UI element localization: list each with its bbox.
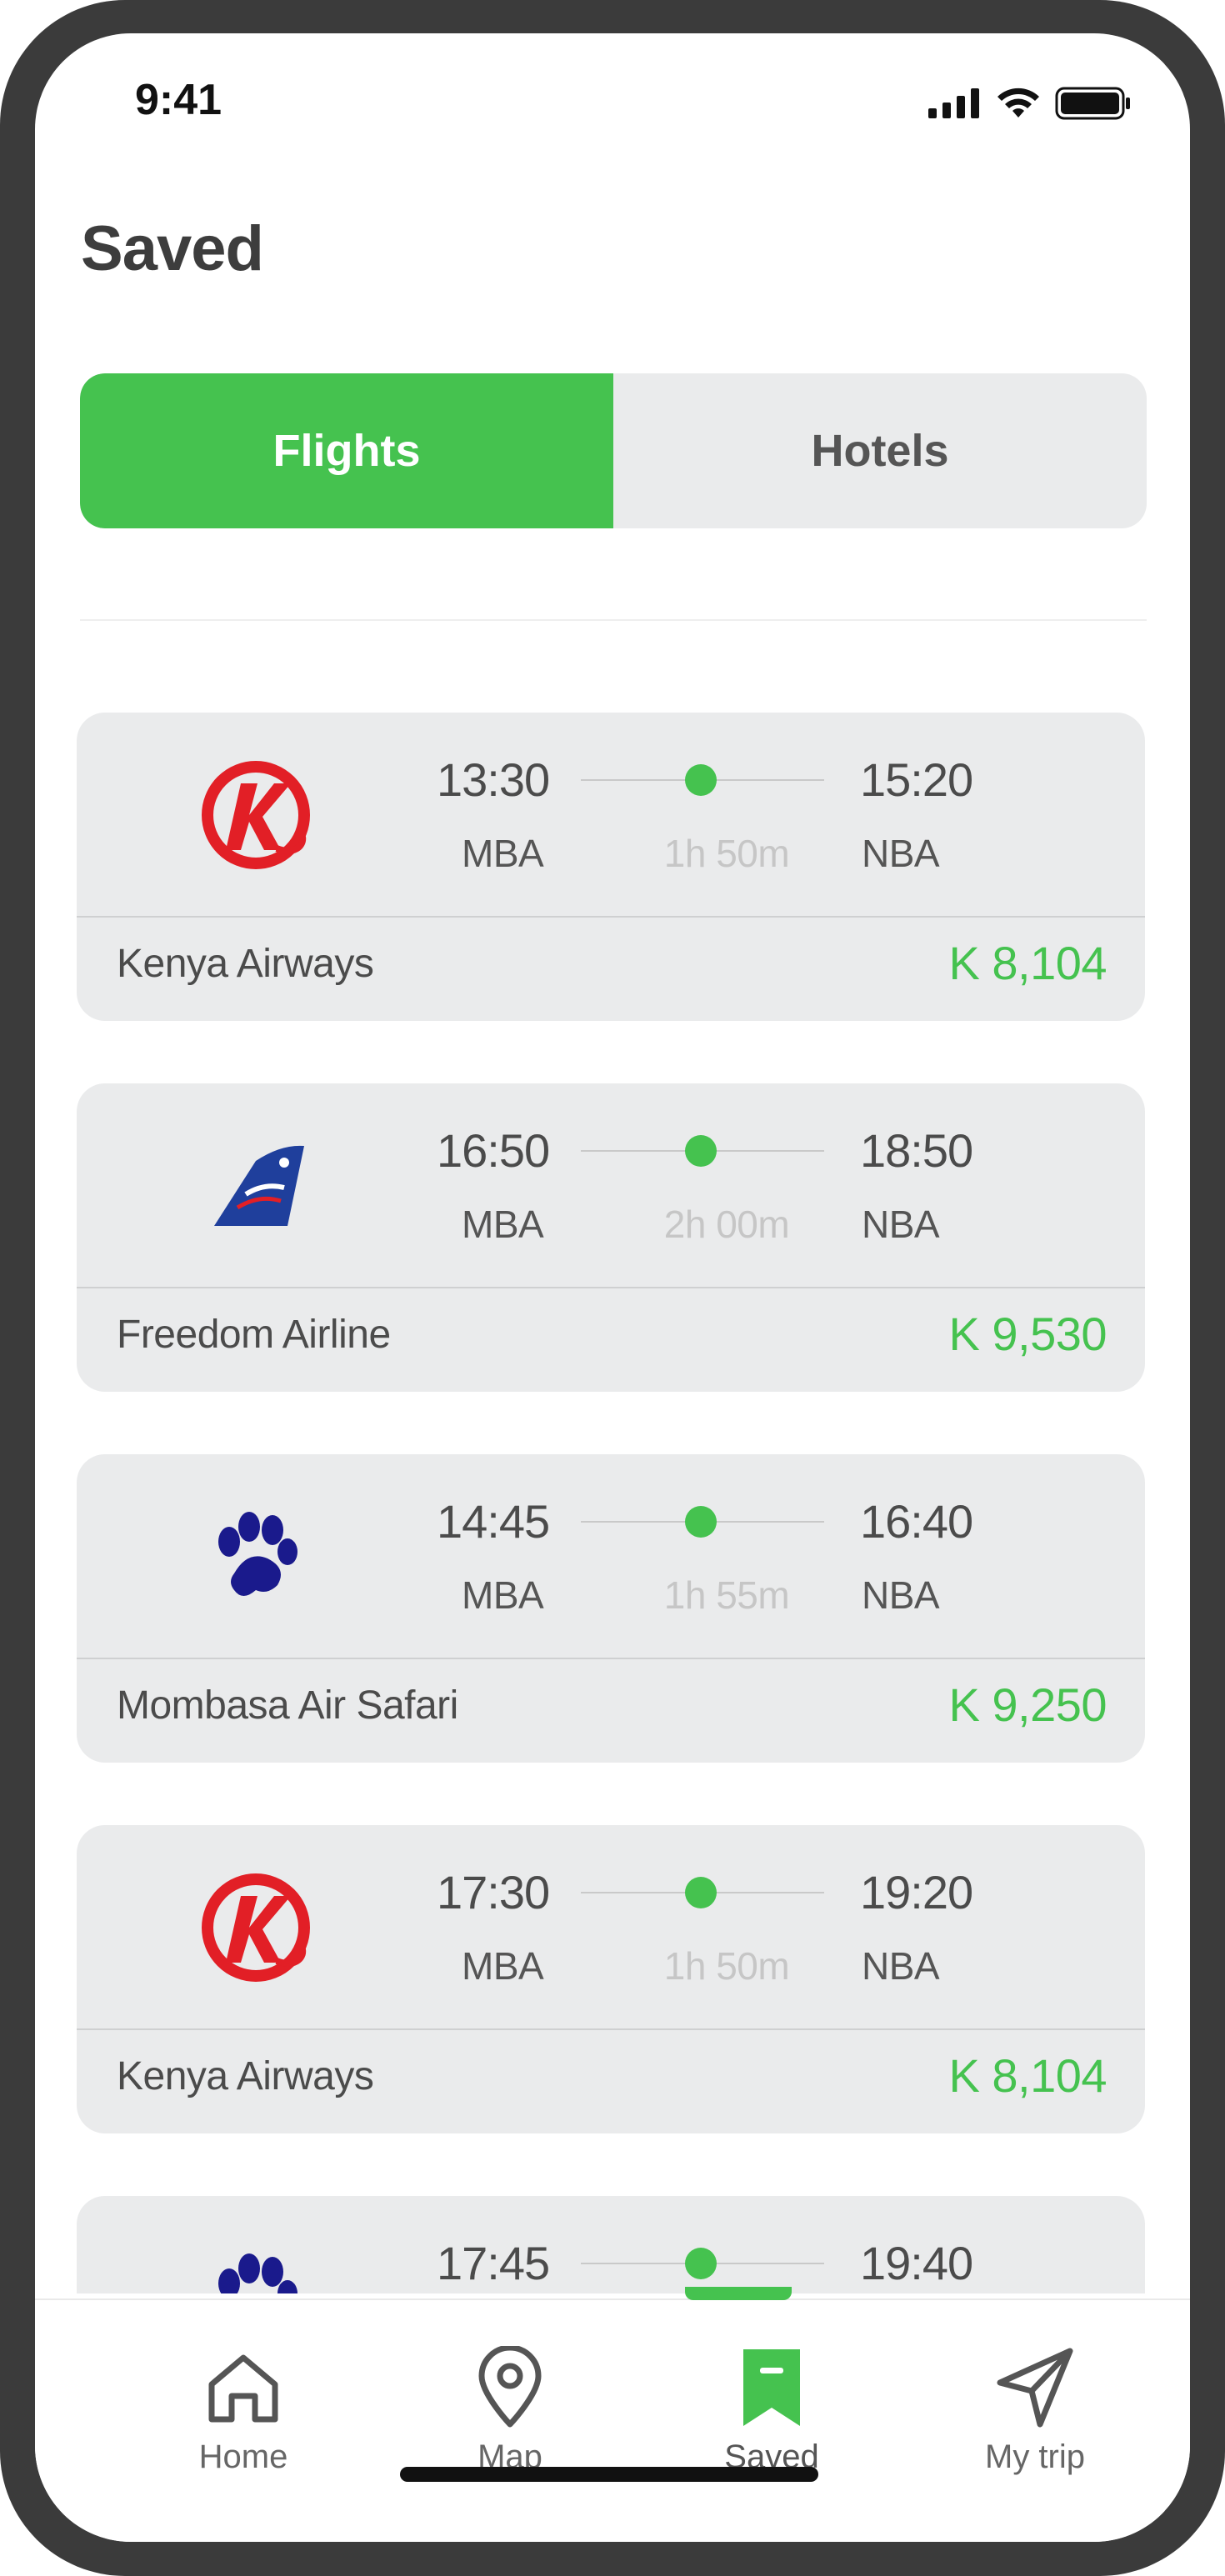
departure-code: MBA <box>462 1203 544 1246</box>
bottom-nav: Home Map Saved My trip <box>35 2287 1190 2542</box>
arrival-time: 16:40 <box>860 1495 973 1548</box>
airline-name: Kenya Airways <box>117 2054 374 2098</box>
card-separator <box>77 2028 1145 2030</box>
phone-frame: 9:41 Saved Flights Hotels 13:30 15:20 MB… <box>0 0 1225 2576</box>
arrival-code: NBA <box>862 832 940 875</box>
airline-name: Mombasa Air Safari <box>117 1683 458 1728</box>
arrival-time: 19:20 <box>860 1866 973 1918</box>
price: K 9,250 <box>948 1678 1107 1731</box>
kenya-airways-logo <box>193 753 318 878</box>
flight-duration: 1h 50m <box>663 1944 790 1988</box>
card-separator <box>77 916 1145 918</box>
arrival-code: NBA <box>862 1203 940 1246</box>
nav-label-my-trip: My trip <box>985 2438 1085 2475</box>
active-tab-indicator <box>685 2287 792 2300</box>
price: K 8,104 <box>948 2049 1107 2102</box>
departure-code: MBA <box>462 1944 544 1988</box>
kenya-airways-logo <box>193 1865 318 1990</box>
flight-duration: 1h 55m <box>663 1573 790 1617</box>
freedom-airline-logo <box>193 1123 318 1248</box>
arrival-time: 19:40 <box>860 2237 973 2289</box>
card-separator <box>77 1658 1145 1659</box>
nav-item-saved[interactable]: Saved <box>663 2342 880 2476</box>
bookmark-icon <box>663 2342 880 2433</box>
departure-time: 14:45 <box>437 1495 550 1548</box>
flight-card[interactable]: 16:50 18:50 MBA 2h 00m NBA Freedom Airli… <box>77 1083 1145 1392</box>
departure-time: 16:50 <box>437 1124 550 1177</box>
flight-card[interactable]: 17:45 19:40 <box>77 2196 1145 2293</box>
nav-item-home[interactable]: Home <box>135 2342 352 2476</box>
price: K 8,104 <box>948 937 1107 989</box>
arrival-time: 18:50 <box>860 1124 973 1177</box>
flight-duration: 2h 00m <box>663 1203 790 1246</box>
route-dot <box>685 1506 717 1538</box>
route-dot <box>685 1877 717 1908</box>
route-dot <box>685 1135 717 1167</box>
paw-logo <box>193 2236 318 2293</box>
airline-name: Freedom Airline <box>117 1313 391 1357</box>
send-icon <box>927 2342 1143 2433</box>
departure-code: MBA <box>462 1573 544 1617</box>
departure-code: MBA <box>462 832 544 875</box>
home-indicator <box>400 2467 818 2482</box>
nav-item-map[interactable]: Map <box>402 2342 618 2476</box>
map-pin-icon <box>402 2342 618 2433</box>
departure-time: 17:45 <box>437 2237 550 2289</box>
saved-flights-list: 13:30 15:20 MBA 1h 50m NBA Kenya Airways… <box>35 33 1190 2293</box>
route-dot <box>685 764 717 796</box>
price: K 9,530 <box>948 1308 1107 1360</box>
screen: 9:41 Saved Flights Hotels 13:30 15:20 MB… <box>35 33 1190 2542</box>
airline-name: Kenya Airways <box>117 942 374 986</box>
paw-logo <box>193 1494 318 1619</box>
flight-duration: 1h 50m <box>663 832 790 875</box>
departure-time: 17:30 <box>437 1866 550 1918</box>
departure-time: 13:30 <box>437 753 550 806</box>
arrival-code: NBA <box>862 1944 940 1988</box>
home-icon <box>135 2342 352 2433</box>
flight-card[interactable]: 13:30 15:20 MBA 1h 50m NBA Kenya Airways… <box>77 713 1145 1021</box>
card-separator <box>77 1287 1145 1288</box>
flight-card[interactable]: 17:30 19:20 MBA 1h 50m NBA Kenya Airways… <box>77 1825 1145 2133</box>
arrival-time: 15:20 <box>860 753 973 806</box>
flight-card[interactable]: 14:45 16:40 MBA 1h 55m NBA Mombasa Air S… <box>77 1454 1145 1763</box>
route-dot <box>685 2248 717 2279</box>
nav-item-my-trip[interactable]: My trip <box>927 2342 1143 2476</box>
nav-label-home: Home <box>198 2438 288 2475</box>
arrival-code: NBA <box>862 1573 940 1617</box>
